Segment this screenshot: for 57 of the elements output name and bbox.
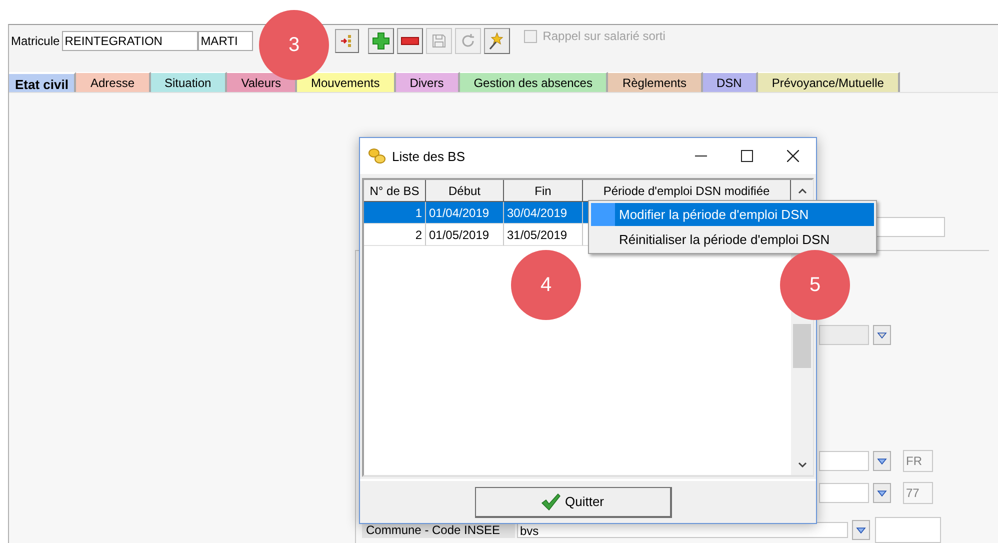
matricule-label: Matricule: [11, 34, 60, 48]
checkbox-label: Rappel sur salarié sorti: [542, 29, 666, 43]
magic-wand-icon: [488, 32, 506, 50]
dialog-title: Liste des BS: [392, 148, 466, 164]
column-header[interactable]: Période d'emploi DSN modifiée: [583, 180, 791, 202]
chevron-down-icon: [798, 462, 806, 468]
table-cell[interactable]: 31/05/2019: [504, 224, 583, 246]
minus-icon: [400, 37, 419, 45]
refresh-icon: [460, 33, 476, 49]
toolbar-button[interactable]: [484, 28, 510, 54]
toolbar-button[interactable]: [334, 29, 359, 53]
toolbar-button[interactable]: [368, 28, 394, 54]
tab[interactable]: Mouvements: [297, 72, 396, 92]
country-code-field[interactable]: FR: [903, 450, 933, 472]
tab[interactable]: Valeurs: [227, 72, 297, 92]
column-header[interactable]: N° de BS: [364, 180, 426, 202]
column-header[interactable]: Fin: [504, 180, 583, 202]
dropdown-field[interactable]: [819, 483, 869, 503]
department-code-field[interactable]: 77: [903, 482, 933, 504]
table-cell[interactable]: 30/04/2019: [504, 202, 583, 224]
close-icon: [787, 150, 799, 162]
scroll-up-button[interactable]: [791, 180, 813, 202]
table-cell[interactable]: 2: [364, 224, 426, 246]
dropdown-field[interactable]: [819, 451, 869, 471]
tab[interactable]: Adresse: [76, 72, 150, 92]
table-cell[interactable]: 1: [364, 202, 426, 224]
plus-icon: [372, 32, 390, 50]
tab[interactable]: Gestion des absences: [460, 72, 608, 92]
quit-button[interactable]: Quitter: [474, 486, 672, 518]
dropdown-field[interactable]: [819, 325, 869, 345]
tab[interactable]: Situation: [150, 72, 228, 92]
scroll-thumb[interactable]: [793, 324, 811, 368]
table-cell[interactable]: 01/05/2019: [426, 224, 504, 246]
minimize-icon: [695, 155, 707, 157]
column-header[interactable]: Début: [426, 180, 504, 202]
tab[interactable]: Etat civil: [9, 72, 76, 92]
checkmark-icon: [540, 492, 561, 510]
input-field[interactable]: [875, 517, 941, 543]
dropdown-button[interactable]: [873, 483, 891, 503]
tab[interactable]: Prévoyance/Mutuelle: [758, 72, 900, 92]
dropdown-button[interactable]: [852, 520, 870, 540]
table-cell[interactable]: 01/04/2019: [426, 202, 504, 224]
name-field[interactable]: MARTI: [198, 31, 253, 51]
tab[interactable]: Règlements: [608, 72, 702, 92]
dropdown-button[interactable]: [873, 325, 891, 345]
insert-icon: [340, 34, 354, 48]
coins-icon: [368, 148, 386, 164]
matricule-field[interactable]: REINTEGRATION: [62, 31, 198, 51]
menu-item[interactable]: Modifier la période d'emploi DSN: [591, 203, 874, 226]
toolbar-button[interactable]: [396, 28, 423, 54]
dropdown-button[interactable]: [873, 451, 891, 471]
tab[interactable]: Divers: [396, 72, 460, 92]
save-icon: [430, 33, 447, 49]
menu-item[interactable]: Réinitialiser la période d'emploi DSN: [591, 228, 874, 251]
maximize-icon: [741, 150, 753, 162]
tab[interactable]: DSN: [702, 72, 758, 92]
chevron-up-icon: [798, 188, 806, 194]
